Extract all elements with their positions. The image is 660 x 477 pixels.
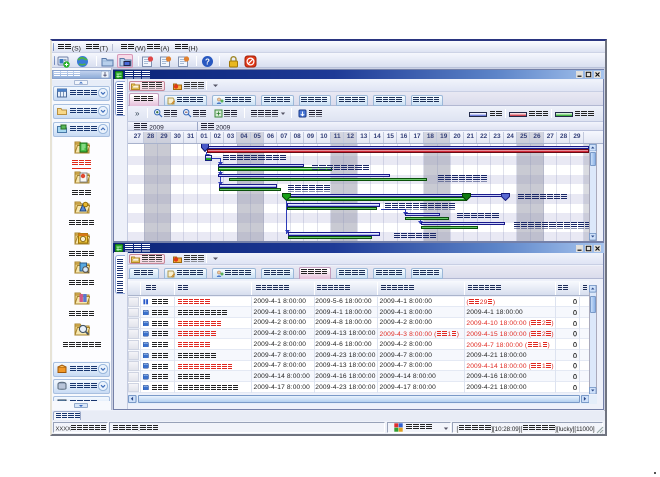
svg-text:?: ?: [205, 57, 210, 66]
